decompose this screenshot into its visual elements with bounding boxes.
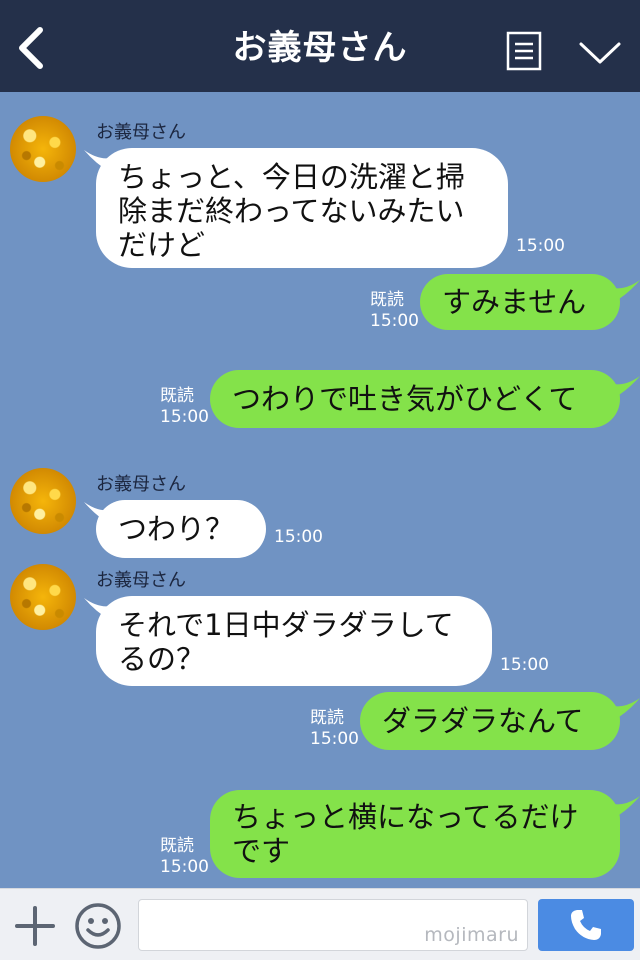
sender-name: お義母さん: [96, 570, 186, 591]
message-bubble[interactable]: つわりで吐き気がひどくて: [210, 370, 620, 428]
document-menu-icon[interactable]: [506, 31, 542, 71]
message-time: 15:00: [370, 311, 419, 331]
bubble-tail: [614, 376, 640, 398]
read-receipt: 既読: [370, 290, 404, 310]
read-receipt: 既読: [160, 386, 194, 406]
bubble-tail: [614, 698, 640, 720]
message-time: 15:00: [160, 407, 209, 427]
message-time: 15:00: [160, 857, 209, 877]
message-bubble[interactable]: すみません: [420, 274, 620, 330]
smiley-icon[interactable]: [74, 902, 122, 950]
sender-name: お義母さん: [96, 122, 186, 143]
avatar[interactable]: [10, 468, 76, 534]
message-time: 15:00: [500, 655, 549, 675]
call-button[interactable]: [538, 899, 634, 951]
chevron-down-icon[interactable]: [578, 40, 622, 66]
sender-name: お義母さん: [96, 474, 186, 495]
message-list[interactable]: お義母さん ちょっと、今日の洗濯と掃除まだ終わってないみたいだけど 15:00 …: [0, 92, 640, 888]
message-bubble[interactable]: ダラダラなんて: [360, 692, 620, 750]
watermark: mojimaru: [424, 924, 519, 946]
message-bubble[interactable]: ちょっと横になってるだけです: [210, 790, 620, 878]
phone-icon: [571, 910, 601, 940]
message-bubble[interactable]: つわり？: [96, 500, 266, 558]
message-input[interactable]: mojimaru: [138, 899, 528, 951]
message-bubble[interactable]: それで1日中ダラダラしてるの？: [96, 596, 492, 686]
avatar[interactable]: [10, 564, 76, 630]
avatar[interactable]: [10, 116, 76, 182]
message-time: 15:00: [274, 527, 323, 547]
plus-icon[interactable]: [14, 905, 56, 947]
message-time: 15:00: [516, 236, 565, 256]
message-bubble[interactable]: ちょっと、今日の洗濯と掃除まだ終わってないみたいだけど: [96, 148, 508, 268]
read-receipt: 既読: [310, 708, 344, 728]
bubble-tail: [614, 280, 640, 302]
chat-header: お義母さん: [0, 0, 640, 92]
read-receipt: 既読: [160, 836, 194, 856]
bubble-tail: [614, 796, 640, 818]
chat-title: お義母さん: [232, 28, 408, 68]
message-composer: mojimaru: [0, 888, 640, 960]
message-time: 15:00: [310, 729, 359, 749]
